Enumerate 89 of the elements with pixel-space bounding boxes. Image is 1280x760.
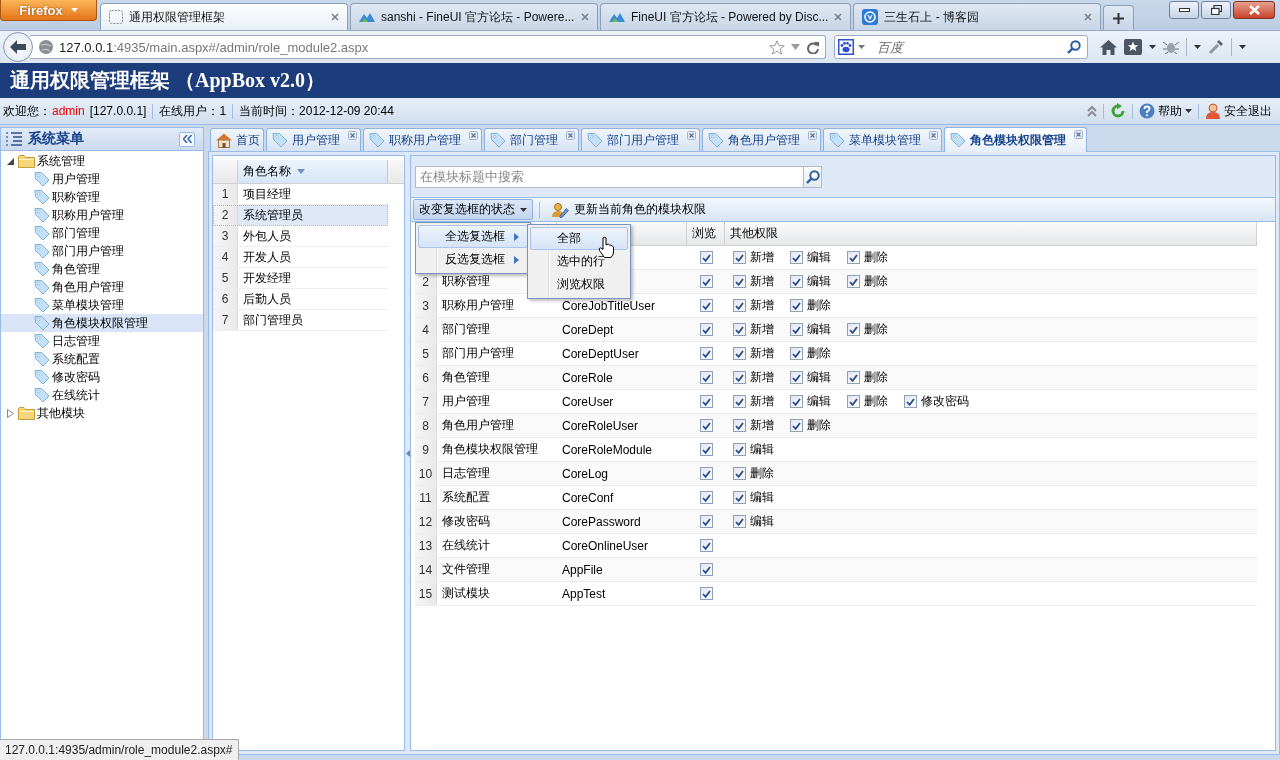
current-time: 当前时间：2012-12-09 20:44 xyxy=(239,102,394,120)
checkbox-label: 删除 xyxy=(807,417,831,434)
checkbox-label: 新增 xyxy=(750,417,774,434)
row-number: 3 xyxy=(213,226,238,246)
checkbox-label: 删除 xyxy=(864,321,888,338)
table-cell-text: AppTest xyxy=(561,585,607,603)
table-cell-text: 开发经理 xyxy=(242,269,292,287)
ip-address: [127.0.0.1] xyxy=(89,104,147,118)
row-number: 13 xyxy=(415,534,437,557)
checkbox-label: 删除 xyxy=(864,273,888,290)
checkbox-label: 编辑 xyxy=(807,273,831,290)
checkbox-label: 新增 xyxy=(750,369,774,386)
row-number: 14 xyxy=(415,558,437,581)
app-title: 通用权限管理框架 （AppBox v2.0） xyxy=(10,68,326,94)
checkbox-label: 修改密码 xyxy=(921,393,969,410)
table-cell-text: 部门管理员 xyxy=(242,311,304,329)
table-cell-text: 部门用户管理 xyxy=(441,345,515,362)
row-number: 5 xyxy=(213,268,238,288)
table-cell-text: 在线统计 xyxy=(441,537,491,554)
checkbox-label: 新增 xyxy=(750,273,774,290)
table-cell-text: 项目经理 xyxy=(242,185,292,203)
table-cell-text: CoreOnlineUser xyxy=(561,537,650,555)
table-cell-text: 角色管理 xyxy=(441,369,491,386)
table-cell-text: CoreDept xyxy=(561,321,615,339)
table-cell-text: 开发人员 xyxy=(242,248,292,266)
row-number: 6 xyxy=(415,366,437,389)
table-cell-text: 职称用户管理 xyxy=(441,297,515,314)
table-cell-text: 部门管理 xyxy=(441,321,491,338)
checkbox-label: 删除 xyxy=(750,465,774,482)
checkbox-label: 新增 xyxy=(750,297,774,314)
row-number: 4 xyxy=(213,247,238,267)
row-number: 1 xyxy=(213,184,238,204)
row-number: 5 xyxy=(415,342,437,365)
row-number: 6 xyxy=(213,289,238,309)
checkbox-label: 编辑 xyxy=(807,249,831,266)
table-cell-text: 角色用户管理 xyxy=(441,417,515,434)
checkbox-label: 新增 xyxy=(750,345,774,362)
row-number: 3 xyxy=(415,294,437,317)
table-cell-text: 日志管理 xyxy=(441,465,491,482)
row-number: 9 xyxy=(415,438,437,461)
table-cell-text: CoreLog xyxy=(561,465,610,483)
table-cell-text: 修改密码 xyxy=(441,513,491,530)
table-cell-text: 职称管理 xyxy=(441,273,491,290)
status-text: 127.0.0.1:4935/admin/role_module2.aspx# xyxy=(0,739,239,760)
checkbox-label: 编辑 xyxy=(750,513,774,530)
row-number: 15 xyxy=(415,582,437,605)
username: admin xyxy=(52,104,85,118)
row-number: 7 xyxy=(213,310,238,330)
checkbox-label: 编辑 xyxy=(807,369,831,386)
checkbox-label: 编辑 xyxy=(750,489,774,506)
checkbox-label: 新增 xyxy=(750,249,774,266)
table-cell-text: CoreJobTitleUser xyxy=(561,297,656,315)
checkbox-label: 删除 xyxy=(864,369,888,386)
table-cell-text: 测试模块 xyxy=(441,585,491,602)
checkbox-label: 编辑 xyxy=(807,393,831,410)
table-cell-text: CoreRole xyxy=(561,369,614,387)
checkbox-label: 删除 xyxy=(807,297,831,314)
table-cell-text: CoreUser xyxy=(561,393,615,411)
row-number: 2 xyxy=(213,205,238,225)
table-cell-text: 外包人员 xyxy=(242,227,292,245)
table-cell-text: CoreRoleUser xyxy=(561,417,640,435)
url-text: 127.0.0.1:4935/main.aspx#/admin/role_module2.aspx xyxy=(59,39,369,55)
table-cell-text: CoreConf xyxy=(561,489,615,507)
table-cell-text: 系统配置 xyxy=(441,489,491,506)
checkbox-label: 新增 xyxy=(750,393,774,410)
row-number: 8 xyxy=(415,414,437,437)
table-cell-text: 后勤人员 xyxy=(242,290,292,308)
sidebar-title: 系统菜单 xyxy=(28,130,84,148)
table-cell-text: CoreRoleModule xyxy=(561,441,654,459)
table-cell-text: 文件管理 xyxy=(441,561,491,578)
table-cell-text: 角色模块权限管理 xyxy=(441,441,539,458)
welcome-label: 欢迎您： xyxy=(3,102,51,120)
online-count: 在线用户：1 xyxy=(159,102,227,120)
row-number: 10 xyxy=(415,462,437,485)
table-cell-text: 系统管理员 xyxy=(242,206,304,224)
table-cell-text: CoreDeptUser xyxy=(561,345,640,363)
checkbox-label: 编辑 xyxy=(750,441,774,458)
checkbox-label: 删除 xyxy=(864,393,888,410)
row-number: 7 xyxy=(415,390,437,413)
checkbox-label: 编辑 xyxy=(807,321,831,338)
checkbox-label: 新增 xyxy=(750,321,774,338)
row-number: 12 xyxy=(415,510,437,533)
table-cell-text: CorePassword xyxy=(561,513,642,531)
checkbox-label: 删除 xyxy=(807,345,831,362)
table-cell-text: 用户管理 xyxy=(441,393,491,410)
table-cell-text: AppFile xyxy=(561,561,604,579)
row-number: 11 xyxy=(415,486,437,509)
checkbox-label: 删除 xyxy=(864,249,888,266)
row-number: 4 xyxy=(415,318,437,341)
